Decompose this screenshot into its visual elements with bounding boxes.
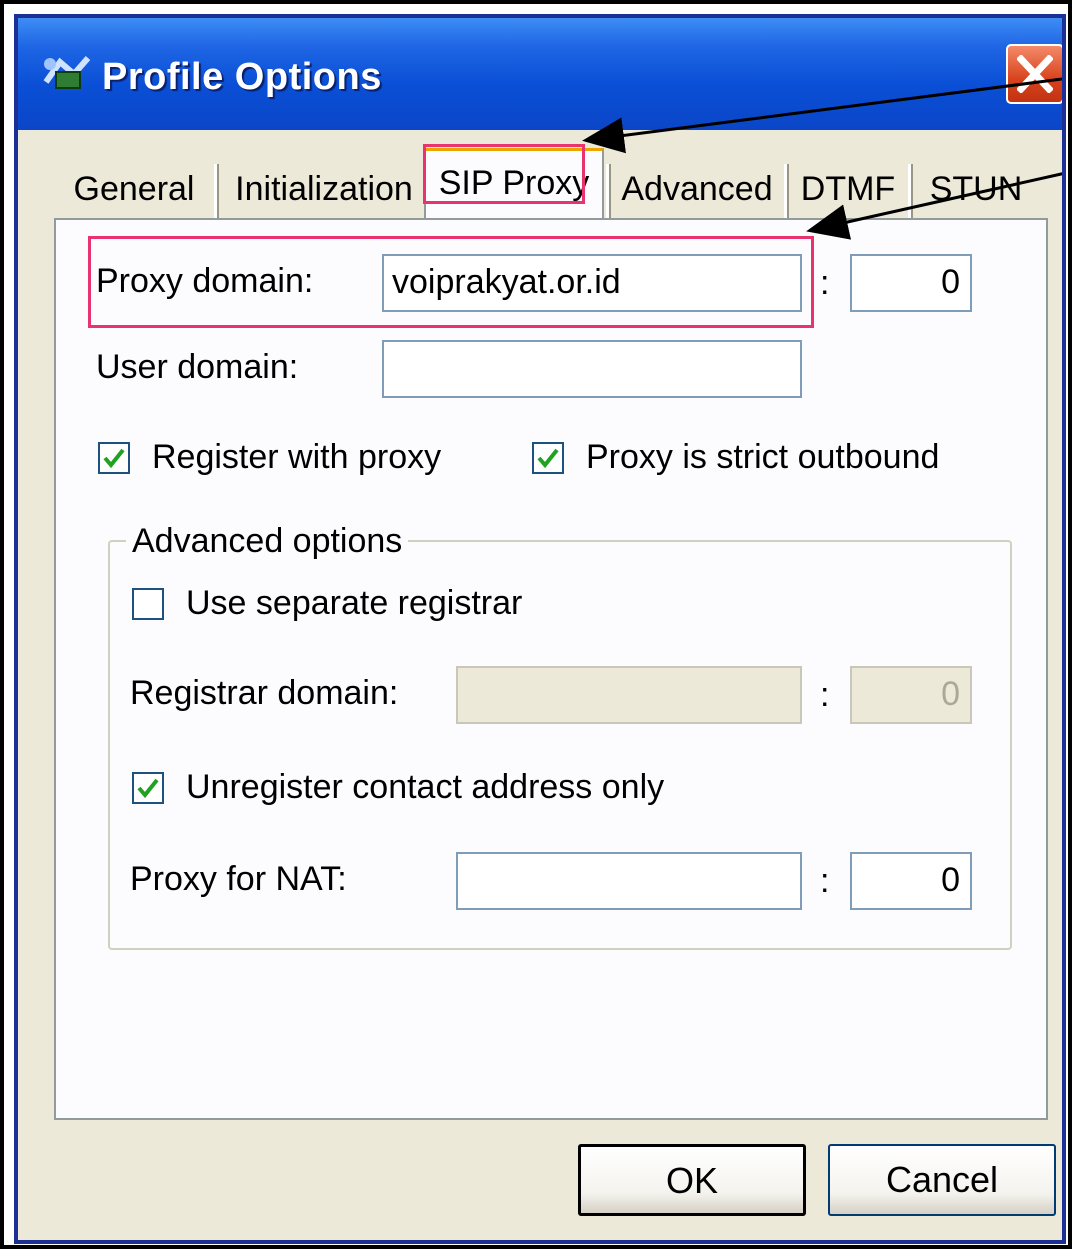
arrow-to-proxy-domain	[806, 172, 1062, 240]
arrow-to-tab	[582, 77, 1062, 154]
screenshot-frame: Profile Options General Initialization S…	[0, 0, 1072, 1249]
profile-options-dialog: Profile Options General Initialization S…	[14, 14, 1066, 1244]
annotation-arrows	[582, 77, 1062, 240]
